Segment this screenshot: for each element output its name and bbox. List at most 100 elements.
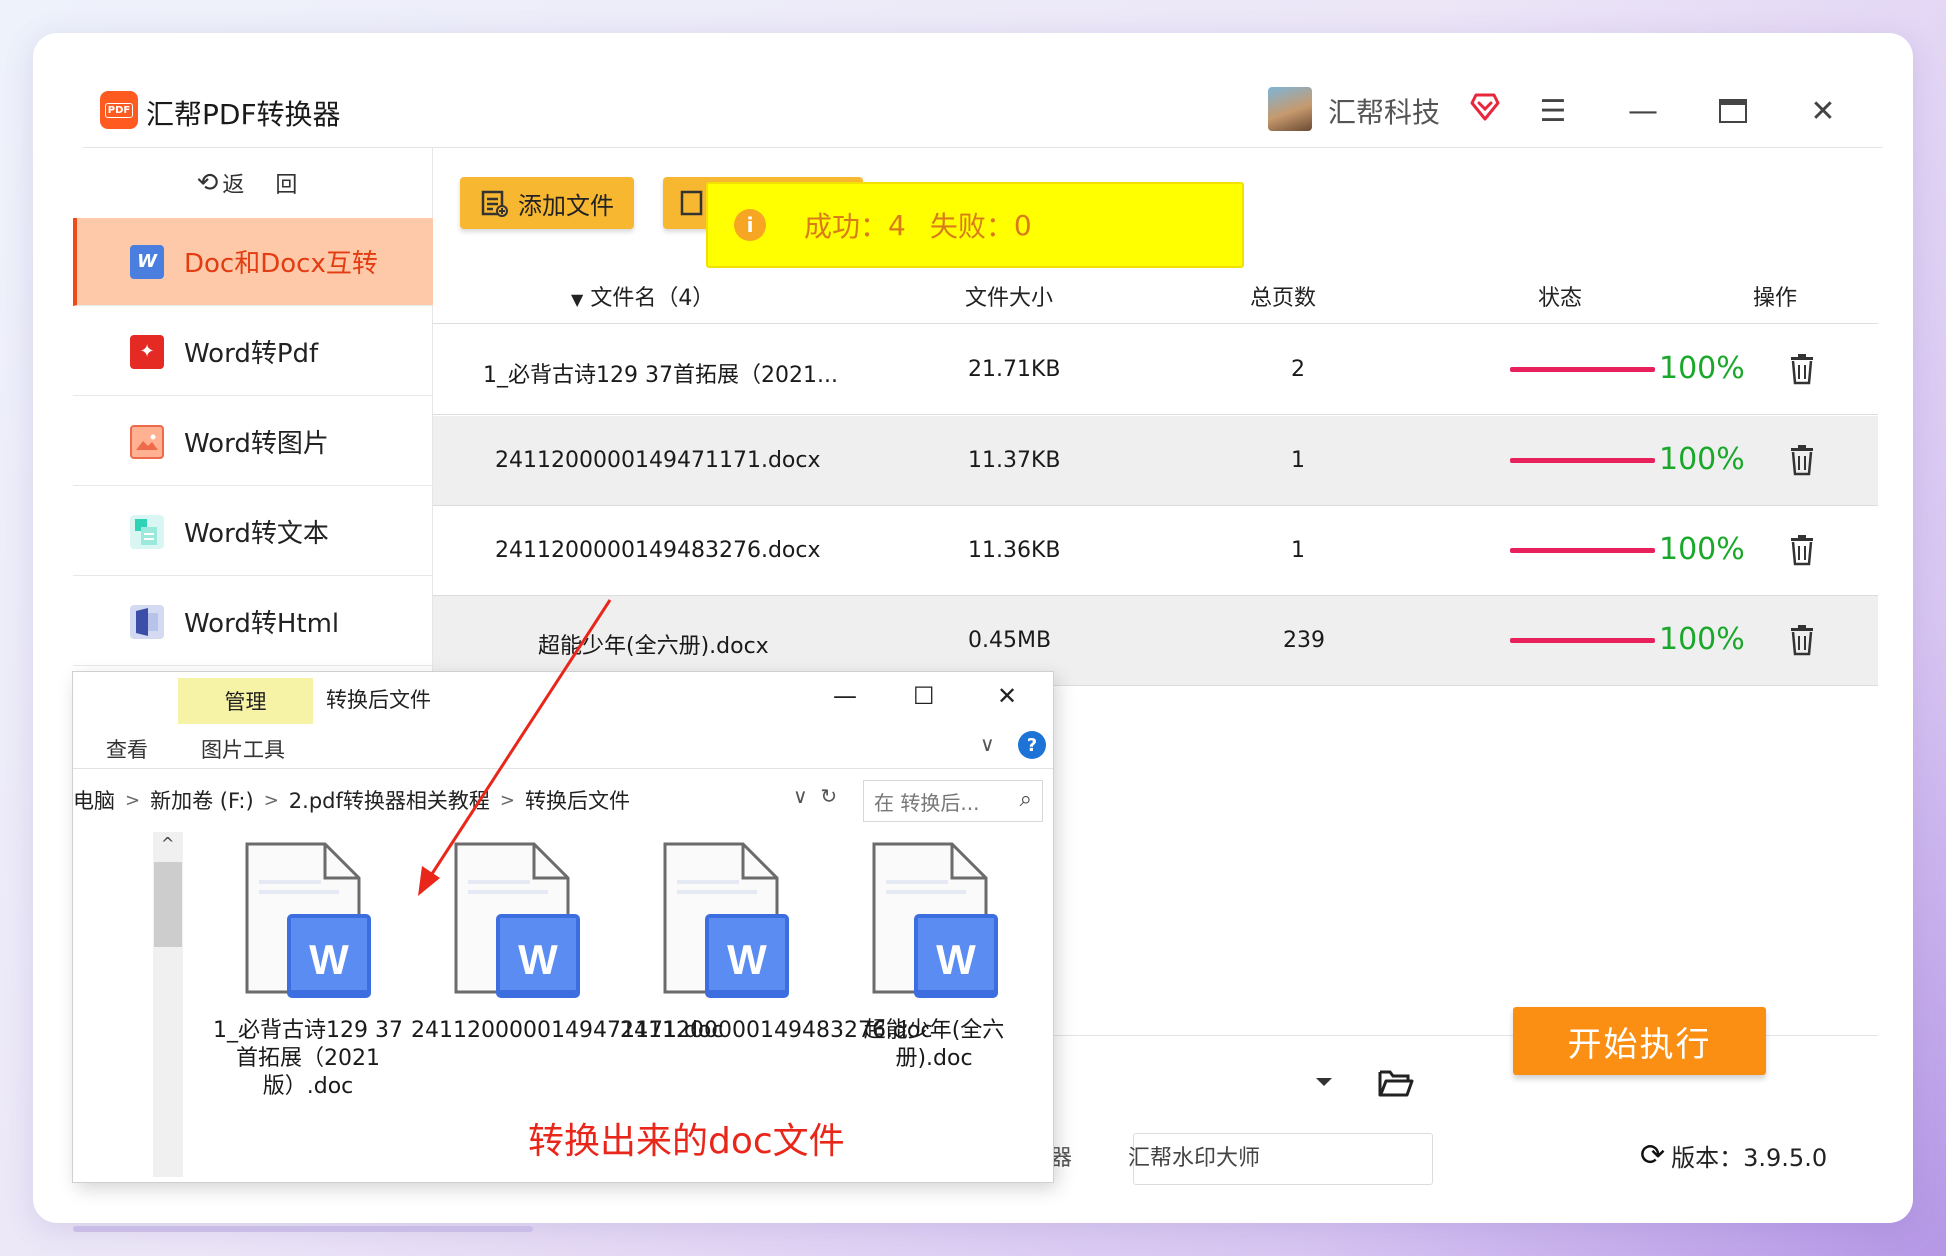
progress-bar [1510, 548, 1655, 553]
progress-percent: 100% [1659, 532, 1745, 567]
file-size: 11.36KB [968, 538, 1061, 563]
file-label[interactable]: 超能少年(全六册).doc [829, 1017, 1039, 1073]
dropdown-arrow-icon[interactable] [1312, 1074, 1336, 1090]
image-icon [130, 424, 164, 459]
file-name: 超能少年(全六册).docx [538, 634, 769, 659]
page-count: 1 [1291, 538, 1305, 563]
tab-picture-tools[interactable]: 图片工具 [201, 734, 285, 764]
progress-percent: 100% [1659, 351, 1745, 386]
open-folder-icon[interactable] [1378, 1068, 1414, 1098]
scroll-thumb[interactable] [154, 862, 182, 947]
page-count: 239 [1283, 628, 1325, 653]
help-icon[interactable]: ? [1018, 731, 1046, 759]
progress-bar [1510, 367, 1655, 372]
word-file-icon[interactable]: W [243, 842, 373, 1002]
table-header: ▼ 文件名（4） 文件大小 总页数 状态 操作 [433, 258, 1878, 324]
pdf-icon: ✦ [130, 334, 164, 369]
horizontal-scrollbar[interactable] [73, 1226, 533, 1232]
success-label: 成功： [804, 210, 889, 243]
success-count: 4 [888, 208, 906, 242]
tab-manage[interactable]: 管理 [178, 678, 313, 724]
add-file-label: 添加文件 [518, 191, 614, 220]
ribbon-expand-icon[interactable]: ∨ [980, 732, 995, 756]
fail-label: 失败： [929, 210, 1014, 243]
explorer-title: 转换后文件 [326, 688, 431, 712]
add-file-icon [481, 190, 508, 217]
svg-text:W: W [936, 936, 976, 983]
trash-icon[interactable] [1788, 624, 1816, 656]
file-name: 2411200000149483276.docx [495, 538, 821, 563]
word-doc-icon: W [130, 244, 164, 279]
svg-text:W: W [518, 936, 558, 983]
version-label: 版本：3.9.5.0 [1671, 1144, 1828, 1172]
maximize-icon[interactable] [1713, 91, 1753, 131]
sidebar-item-word-pdf[interactable]: ✦ Word转Pdf [73, 308, 433, 396]
breadcrumb-item[interactable]: 电脑 [73, 785, 115, 815]
sidebar-item-label: Word转图片 [184, 429, 329, 459]
avatar[interactable] [1268, 87, 1312, 131]
breadcrumb[interactable]: 电脑 > 新加卷 (F:) > 2.pdf转换器相关教程 > 转换后文件 [73, 780, 818, 820]
refresh-icon[interactable]: ↻ [820, 784, 837, 808]
footer-link-partial[interactable]: 器 [1050, 1140, 1072, 1172]
annotation-text: 转换出来的doc文件 [528, 1121, 845, 1162]
explorer-close-icon[interactable]: ✕ [997, 682, 1017, 710]
vertical-scrollbar[interactable]: ^ [153, 832, 183, 1177]
word-file-icon[interactable]: W [661, 842, 791, 1002]
progress-percent: 100% [1659, 622, 1745, 657]
explorer-maximize-icon[interactable]: ☐ [913, 682, 935, 710]
sidebar-item-doc-docx[interactable]: W Doc和Docx互转 [73, 218, 433, 306]
word-file-icon[interactable]: W [452, 842, 582, 1002]
text-doc-icon [130, 514, 164, 549]
file-label[interactable]: 2411200000149483276.doc [620, 1017, 932, 1045]
explorer-minimize-icon[interactable]: — [833, 682, 857, 710]
sidebar-item-word-html[interactable]: Word转Html [73, 578, 433, 666]
minimize-icon[interactable]: — [1623, 91, 1663, 131]
info-icon: i [734, 209, 766, 241]
file-size: 21.71KB [968, 357, 1061, 382]
search-input[interactable]: 在 转换后... ⌕ [863, 780, 1043, 822]
result-toast: i 成功： 4 失败： 0 [706, 182, 1244, 268]
menu-icon[interactable]: ☰ [1533, 91, 1573, 131]
trash-icon[interactable] [1788, 444, 1816, 476]
scroll-up-icon[interactable]: ^ [161, 834, 174, 853]
trash-icon[interactable] [1788, 534, 1816, 566]
breadcrumb-item[interactable]: 2.pdf转换器相关教程 [289, 785, 490, 815]
vip-heart-icon[interactable] [1468, 89, 1502, 123]
back-button[interactable]: ⟲ 返 回 [73, 148, 433, 218]
trash-icon[interactable] [1788, 353, 1816, 385]
table-row[interactable]: 2411200000149483276.docx 11.36KB 1 100% [433, 506, 1878, 596]
file-label[interactable]: 2411200000149471171.doc [411, 1017, 723, 1045]
version-info[interactable]: ⟳ 版本：3.9.5.0 [1640, 1138, 1827, 1173]
svg-text:W: W [727, 936, 767, 983]
app-logo-icon: PDF [100, 91, 138, 129]
refresh-icon: ⟳ [1640, 1138, 1666, 1173]
breadcrumb-item[interactable]: 新加卷 (F:) [150, 785, 254, 815]
table-row[interactable]: 2411200000149471171.docx 11.37KB 1 100% [433, 416, 1878, 506]
column-action-header: 操作 [1753, 286, 1798, 311]
file-name: 1_必背古诗129 37首拓展（2021... [483, 363, 838, 388]
close-icon[interactable]: ✕ [1803, 91, 1843, 131]
file-label[interactable]: 1_必背古诗129 37首拓展（2021版）.doc [203, 1017, 413, 1101]
sidebar-item-label: Word转Html [184, 609, 340, 639]
sidebar-item-word-image[interactable]: Word转图片 [73, 398, 433, 486]
column-name-header[interactable]: ▼ 文件名（4） [571, 280, 714, 312]
app-title: 汇帮PDF转换器 [146, 98, 341, 131]
table-row[interactable]: 1_必背古诗129 37首拓展（2021... 21.71KB 2 100% [433, 325, 1878, 415]
fail-count: 0 [1013, 208, 1032, 242]
sidebar-item-word-text[interactable]: Word转文本 [73, 488, 433, 576]
chevron-right-icon: > [499, 789, 515, 811]
progress-percent: 100% [1659, 442, 1745, 477]
word-file-icon[interactable]: W [870, 842, 1000, 1002]
breadcrumb-item[interactable]: 转换后文件 [525, 785, 630, 815]
add-file-button[interactable]: 添加文件 [460, 177, 634, 229]
username[interactable]: 汇帮科技 [1328, 91, 1440, 131]
file-name: 2411200000149471171.docx [495, 448, 821, 473]
chevron-right-icon: > [125, 789, 141, 811]
history-dropdown-icon[interactable]: ∨ [793, 784, 808, 808]
address-controls[interactable]: ∨ ↻ [793, 784, 837, 808]
footer-link-watermark[interactable]: 汇帮水印大师 [1128, 1140, 1260, 1172]
tab-view[interactable]: 查看 [106, 734, 148, 764]
start-button[interactable]: 开始执行 [1513, 1007, 1766, 1075]
file-size: 11.37KB [968, 448, 1061, 473]
sort-desc-icon: ▼ [571, 290, 584, 309]
